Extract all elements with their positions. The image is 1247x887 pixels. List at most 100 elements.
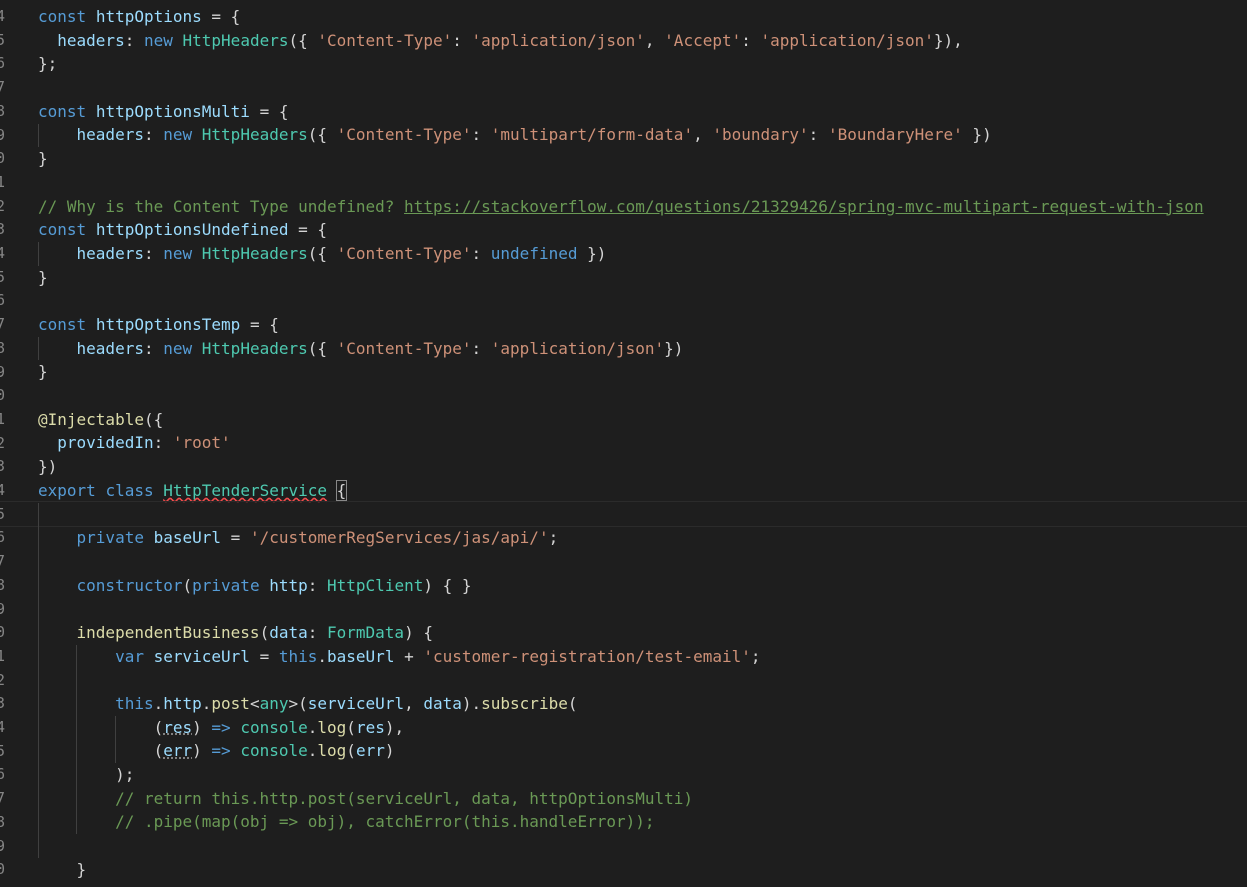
line-number: 8	[0, 575, 6, 594]
code-token: 'Accept'	[664, 30, 742, 50]
code-line[interactable]: }	[38, 147, 1247, 171]
code-token: 'Content-Type'	[336, 338, 472, 358]
code-editor[interactable]: 4567890123456789012345678901234567890 co…	[0, 0, 1247, 887]
code-token: err	[163, 741, 193, 761]
code-token: (	[182, 575, 193, 595]
code-line[interactable]	[38, 76, 1247, 100]
line-number: 2	[0, 670, 6, 689]
code-line[interactable]: // .pipe(map(obj => obj), catchError(thi…	[38, 810, 1247, 834]
code-token: undefined	[490, 243, 578, 263]
code-line[interactable]: const httpOptions = {	[38, 5, 1247, 29]
code-line[interactable]	[38, 668, 1247, 692]
code-token: })	[962, 125, 992, 145]
code-token: ) { }	[423, 575, 472, 595]
code-token: 'application/json'	[490, 338, 665, 358]
code-line[interactable]: @Injectable({	[38, 408, 1247, 432]
code-line[interactable]: headers: new HttpHeaders({ 'Content-Type…	[38, 337, 1247, 361]
code-line[interactable]: // Why is the Content Type undefined? ht…	[38, 195, 1247, 219]
code-token: :	[307, 622, 327, 642]
code-line[interactable]	[38, 834, 1247, 858]
code-token: this	[278, 646, 318, 666]
code-token: }	[38, 859, 87, 879]
code-line[interactable]	[38, 597, 1247, 621]
line-number: 0	[0, 860, 6, 879]
code-token: data	[269, 622, 308, 642]
code-token: 'BoundaryHere'	[827, 125, 963, 145]
code-line[interactable]	[38, 171, 1247, 195]
code-token: }	[38, 149, 48, 169]
code-token: +	[394, 646, 424, 666]
code-token: headers	[76, 125, 144, 145]
code-token: }),	[933, 30, 963, 50]
code-token: httpOptionsTemp	[95, 314, 241, 334]
code-line[interactable]	[0, 501, 1247, 528]
code-line[interactable]: const httpOptionsMulti = {	[38, 100, 1247, 124]
code-token: = {	[288, 220, 327, 240]
line-number: 2	[0, 433, 6, 452]
code-token: :	[143, 243, 164, 263]
code-line[interactable]: headers: new HttpHeaders({ 'Content-Type…	[38, 242, 1247, 266]
code-area[interactable]: const httpOptions = { headers: new HttpH…	[0, 5, 1247, 882]
code-line[interactable]: );	[38, 763, 1247, 787]
code-line[interactable]: headers: new HttpHeaders({ 'Content-Type…	[38, 29, 1247, 53]
code-token: ).	[461, 693, 482, 713]
code-token: :	[808, 125, 828, 145]
code-line[interactable]: private baseUrl = '/customerRegServices/…	[38, 526, 1247, 550]
code-line[interactable]: const httpOptionsUndefined = {	[38, 218, 1247, 242]
code-token: (	[567, 693, 578, 713]
line-number: 9	[0, 599, 6, 618]
line-number: 8	[0, 101, 6, 120]
code-line[interactable]	[38, 384, 1247, 408]
line-number: 5	[0, 30, 6, 49]
code-line[interactable]: (res) => console.log(res),	[38, 716, 1247, 740]
code-token: ({	[307, 243, 337, 263]
code-line[interactable]: const httpOptionsTemp = {	[38, 313, 1247, 337]
code-line[interactable]	[38, 289, 1247, 313]
code-line[interactable]: var serviceUrl = this.baseUrl + 'custome…	[38, 645, 1247, 669]
url-link[interactable]: https://stackoverflow.com/questions/2132…	[404, 197, 1204, 216]
code-line[interactable]: (err) => console.log(err)	[38, 739, 1247, 763]
code-line[interactable]: }	[38, 360, 1247, 384]
code-token: serviceUrl	[307, 693, 405, 713]
code-token: = {	[240, 314, 279, 334]
code-token: ({	[307, 338, 337, 358]
code-line[interactable]	[38, 550, 1247, 574]
code-line[interactable]: })	[38, 455, 1247, 479]
code-line[interactable]: headers: new HttpHeaders({ 'Content-Type…	[38, 123, 1247, 147]
line-number: 3	[0, 694, 6, 713]
line-number: 7	[0, 315, 6, 334]
code-token: :	[741, 30, 761, 50]
code-line[interactable]: }	[38, 858, 1247, 882]
code-line[interactable]: this.http.post<any>(serviceUrl, data).su…	[38, 692, 1247, 716]
code-line[interactable]: providedIn: 'root'	[38, 431, 1247, 455]
code-line[interactable]: export class HttpTenderService {	[38, 479, 1247, 503]
code-token: ) {	[404, 622, 433, 642]
code-token: 'boundary'	[712, 125, 809, 145]
code-token: })	[577, 243, 607, 263]
code-token: new	[163, 338, 193, 358]
code-line[interactable]: }	[38, 266, 1247, 290]
code-token: = {	[201, 7, 241, 26]
code-token: (	[346, 717, 356, 737]
code-line[interactable]: constructor(private http: HttpClient) { …	[38, 574, 1247, 598]
line-number: 6	[0, 528, 6, 547]
code-line[interactable]: // return this.http.post(serviceUrl, dat…	[38, 787, 1247, 811]
code-line[interactable]: independentBusiness(data: FormData) {	[38, 621, 1247, 645]
code-token: '/customerRegServices/jas/api/'	[249, 528, 549, 548]
code-line[interactable]: };	[38, 52, 1247, 76]
code-token: providedIn	[57, 433, 154, 453]
code-token: baseUrl	[327, 646, 395, 666]
code-token: ),	[384, 717, 405, 737]
line-number: 9	[0, 362, 6, 381]
code-token: HttpHeaders	[201, 338, 308, 358]
code-token: err	[355, 741, 385, 761]
code-token: ,	[693, 125, 713, 145]
